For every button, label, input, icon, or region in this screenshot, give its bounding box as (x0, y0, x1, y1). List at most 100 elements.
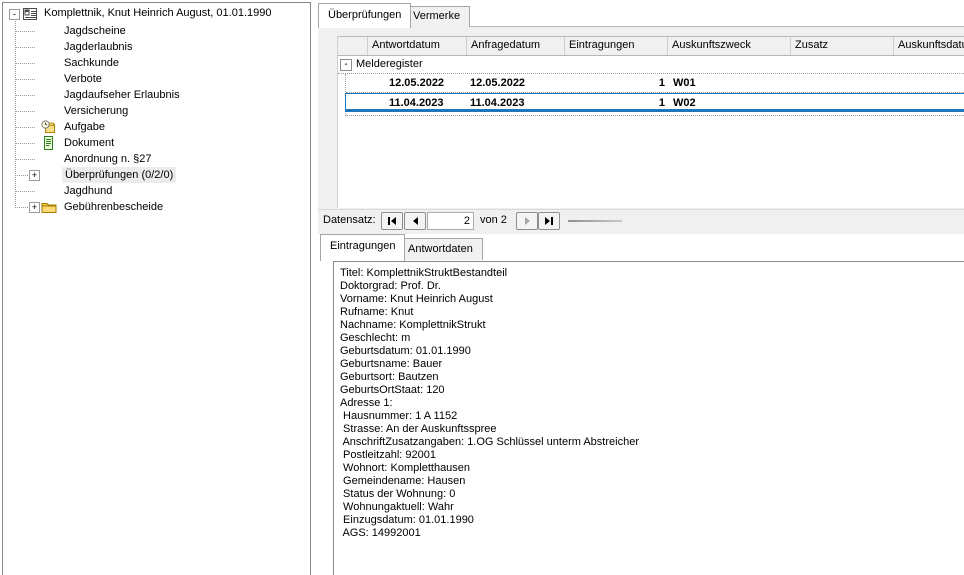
datasheet-header-row: Antwortdatum Anfragedatum Eintragungen A… (338, 36, 964, 56)
last-record-button[interactable] (538, 212, 560, 230)
cell-auskunftsdatum[interactable] (895, 94, 964, 109)
group-label: Melderegister (356, 56, 423, 73)
tree-stub (15, 31, 35, 32)
tree-item-label: Anordnung n. §27 (64, 151, 151, 167)
cell-eintragungen[interactable]: 1 (566, 94, 669, 109)
first-record-button[interactable] (381, 212, 403, 230)
table-row-selected[interactable]: 11.04.2023 11.04.2023 1 W02 (345, 93, 964, 112)
row-indicator-cell (346, 94, 369, 109)
detail-text: Titel: KomplettnikStruktBestandteil Dokt… (334, 262, 964, 540)
cell-zusatz[interactable] (792, 74, 895, 92)
detail-line: Adresse 1: (340, 397, 964, 410)
cell-antwortdatum[interactable]: 12.05.2022 (369, 74, 468, 92)
group-rows-region: 12.05.2022 12.05.2022 1 W01 11.04.2023 1… (345, 74, 964, 116)
column-header-eintragungen[interactable]: Eintragungen (565, 37, 668, 55)
cell-auskunftszweck[interactable]: W01 (669, 74, 792, 92)
document-icon (41, 136, 56, 150)
collapse-expander-icon[interactable]: - (9, 9, 20, 20)
tree-item-sachkunde[interactable]: Sachkunde (3, 55, 310, 71)
tab-ueberpruefungen[interactable]: Überprüfungen (318, 3, 411, 28)
current-record-input[interactable] (427, 212, 474, 230)
ueberpruefungen-datasheet: Antwortdatum Anfragedatum Eintragungen A… (337, 36, 964, 208)
tree-stub (15, 207, 30, 208)
tree-stub (15, 175, 30, 176)
tree-item-label: Jagdhund (64, 183, 112, 199)
record-navigator-label: Datensatz: (323, 214, 376, 226)
tree-stub (15, 159, 35, 160)
tree-item-jagderlaubnis[interactable]: Jagderlaubnis (3, 39, 310, 55)
next-record-button-disabled[interactable] (516, 212, 538, 230)
detail-line: Gemeindename: Hausen (340, 475, 964, 488)
tab-antwortdaten[interactable]: Antwortdaten (398, 238, 483, 260)
column-header-antwortdatum[interactable]: Antwortdatum (368, 37, 467, 55)
column-header-zusatz[interactable]: Zusatz (791, 37, 894, 55)
detail-line: Wohnort: Kompletthausen (340, 462, 964, 475)
cell-anfragedatum[interactable]: 11.04.2023 (468, 94, 566, 109)
group-collapse-icon[interactable]: - (340, 59, 352, 71)
group-end-line (346, 115, 964, 116)
tree-item-jagdscheine[interactable]: Jagdscheine (3, 23, 310, 39)
cell-auskunftsdatum[interactable] (895, 74, 964, 92)
tree-item-jagdaufseher-erlaubnis[interactable]: Jagdaufseher Erlaubnis (3, 87, 310, 103)
tree-item-anordnung[interactable]: Anordnung n. §27 (3, 151, 310, 167)
column-header-auskunftszweck[interactable]: Auskunftszweck (668, 37, 791, 55)
detail-line: GeburtsOrtStaat: 120 (340, 384, 964, 397)
cell-anfragedatum[interactable]: 12.05.2022 (468, 74, 566, 92)
detail-line: Rufname: Knut (340, 306, 964, 319)
detail-line: Hausnummer: 1 A 1152 (340, 410, 964, 423)
tree-item-aufgabe[interactable]: Aufgabe (3, 119, 310, 135)
tree-item-label: Jagdaufseher Erlaubnis (64, 87, 180, 103)
previous-record-button[interactable] (404, 212, 426, 230)
cell-zusatz[interactable] (792, 94, 895, 109)
last-record-icon (551, 217, 553, 225)
detail-line: Vorname: Knut Heinrich August (340, 293, 964, 306)
detail-line: Geschlecht: m (340, 332, 964, 345)
tree-item-label: Sachkunde (64, 55, 119, 71)
column-header-indicator[interactable] (338, 37, 368, 55)
tree-item-ueberpruefungen[interactable]: + Überprüfungen (0/2/0) (3, 167, 310, 183)
expand-plus-icon[interactable]: + (29, 202, 40, 213)
tab-vermerke[interactable]: Vermerke (403, 6, 470, 27)
column-header-anfragedatum[interactable]: Anfragedatum (467, 37, 565, 55)
application-window: - Komplettnik, Knut Heinrich August, 01.… (0, 0, 964, 575)
detail-line: Strasse: An der Auskunftsspree (340, 423, 964, 436)
expand-plus-icon[interactable]: + (29, 170, 40, 181)
column-header-auskunftsdatum[interactable]: Auskunftsdatum (894, 37, 964, 55)
tree-stub (15, 63, 35, 64)
tree-item-label: Versicherung (64, 103, 128, 119)
detail-line: Geburtsdatum: 01.01.1990 (340, 345, 964, 358)
tree-stub (15, 111, 35, 112)
tree-item-label-selected: Überprüfungen (0/2/0) (62, 167, 176, 183)
left-triangle-icon (391, 217, 396, 225)
tree-item-label: Gebührenbescheide (64, 199, 163, 215)
record-count-label: von 2 (480, 214, 507, 226)
task-clock-icon (41, 120, 56, 134)
tab-eintragungen[interactable]: Eintragungen (320, 234, 405, 261)
detail-line: Postleitzahl: 92001 (340, 449, 964, 462)
table-row[interactable]: 12.05.2022 12.05.2022 1 W01 (346, 74, 964, 93)
record-navigator: Datensatz: von 2 (318, 209, 964, 234)
eintragungen-detail-textbox[interactable]: Titel: KomplettnikStruktBestandteil Dokt… (333, 261, 964, 575)
cell-eintragungen[interactable]: 1 (566, 74, 669, 92)
detail-line: Geburtsname: Bauer (340, 358, 964, 371)
form-icon (23, 7, 38, 21)
tree-item-gebuehrenbescheide[interactable]: + Gebührenbescheide (3, 199, 310, 215)
tree-item-verbote[interactable]: Verbote (3, 71, 310, 87)
tree-item-dokument[interactable]: Dokument (3, 135, 310, 151)
tree-root-person[interactable]: - Komplettnik, Knut Heinrich August, 01.… (3, 5, 310, 22)
record-tree: - Komplettnik, Knut Heinrich August, 01.… (3, 3, 310, 575)
tree-item-versicherung[interactable]: Versicherung (3, 103, 310, 119)
detail-line: Wohnungaktuell: Wahr (340, 501, 964, 514)
tree-item-jagdhund[interactable]: Jagdhund (3, 183, 310, 199)
tree-stub (15, 191, 35, 192)
tree-item-label: Aufgabe (64, 119, 105, 135)
detail-line: Nachname: KomplettnikStrukt (340, 319, 964, 332)
first-record-icon (388, 217, 390, 225)
detail-line: Geburtsort: Bautzen (340, 371, 964, 384)
cell-antwortdatum[interactable]: 11.04.2023 (369, 94, 468, 109)
tree-stub (15, 79, 35, 80)
tree-stub (15, 95, 35, 96)
detail-line: AGS: 14992001 (340, 527, 964, 540)
cell-auskunftszweck[interactable]: W02 (669, 94, 792, 109)
tree-stub (15, 143, 35, 144)
